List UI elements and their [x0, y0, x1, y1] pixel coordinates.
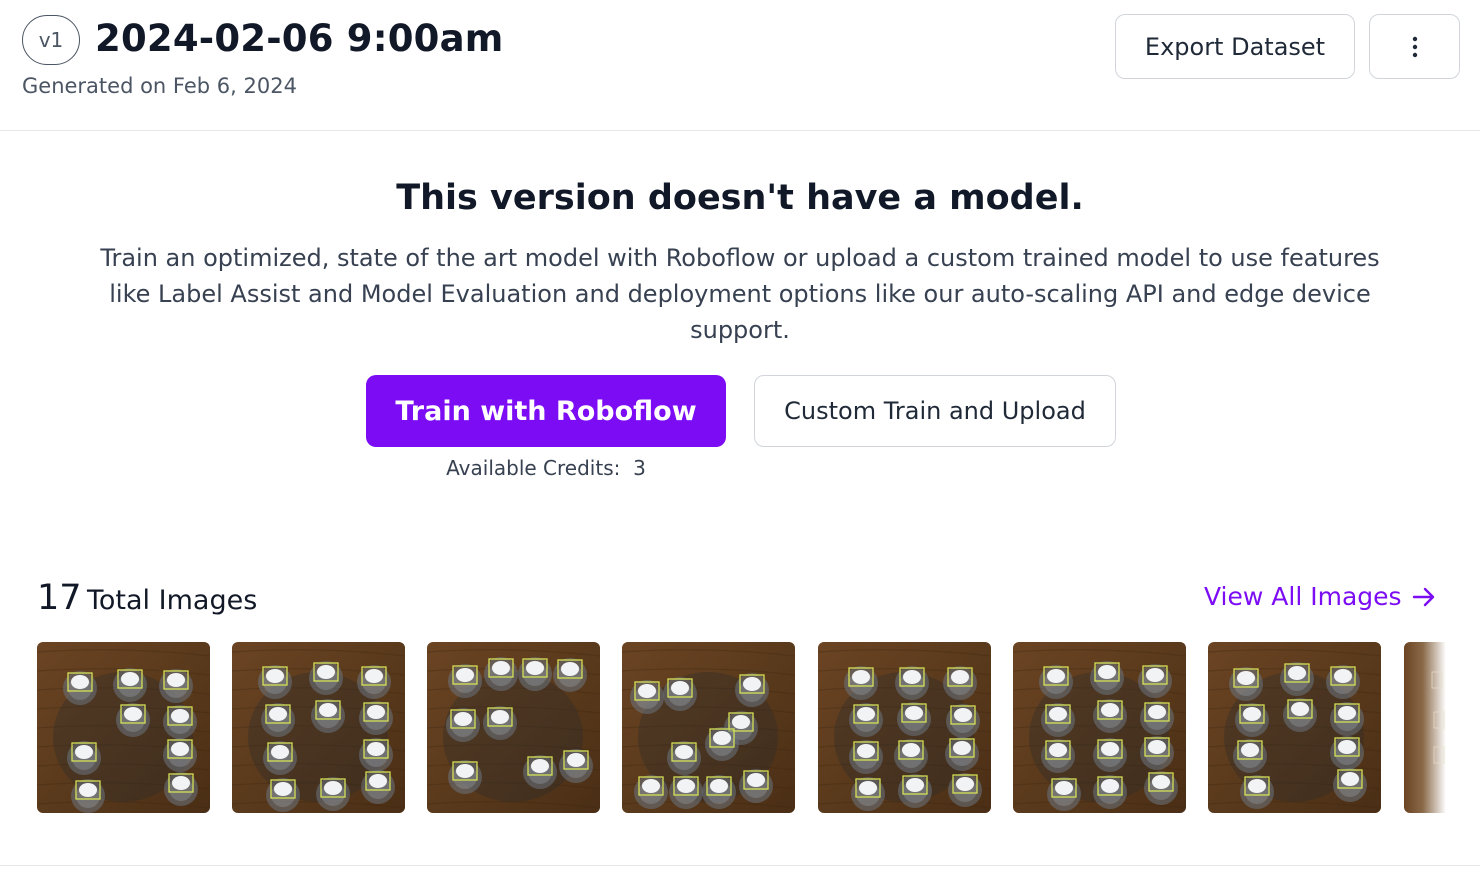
version-header: v1 2024-02-06 9:00am Generated on Feb 6,… — [0, 0, 1480, 131]
no-model-description: Train an optimized, state of the art mod… — [100, 244, 1380, 344]
export-dataset-button[interactable]: Export Dataset — [1115, 14, 1355, 79]
credits-label: Available Credits: — [446, 456, 621, 480]
view-all-images-link[interactable]: View All Images — [1204, 582, 1436, 611]
credits-value: 3 — [633, 456, 646, 480]
image-thumbnail[interactable] — [37, 642, 210, 813]
view-all-label: View All Images — [1204, 582, 1402, 611]
divider — [0, 865, 1480, 866]
page-title: 2024-02-06 9:00am — [95, 17, 504, 60]
thumbnail-image — [37, 642, 210, 813]
thumbnail-image — [1404, 642, 1446, 813]
image-thumbnail[interactable] — [427, 642, 600, 813]
thumbnail-image — [232, 642, 405, 813]
thumbnail-image — [427, 642, 600, 813]
total-images-count: 17 — [37, 578, 82, 618]
image-thumbnail[interactable] — [818, 642, 991, 813]
image-thumbnail[interactable] — [1013, 642, 1186, 813]
train-with-roboflow-button[interactable]: Train with Roboflow — [366, 375, 726, 447]
total-images-label: Total Images — [87, 585, 258, 616]
thumbnail-image — [1013, 642, 1186, 813]
image-thumbnail-partial[interactable] — [1404, 642, 1446, 813]
thumbnail-image — [818, 642, 991, 813]
image-thumbnail[interactable] — [1208, 642, 1381, 813]
more-options-button[interactable] — [1369, 14, 1460, 79]
version-badge: v1 — [22, 15, 80, 65]
vertical-ellipsis-icon — [1412, 36, 1417, 57]
image-thumbnail[interactable] — [232, 642, 405, 813]
generated-date: Generated on Feb 6, 2024 — [22, 74, 297, 98]
no-model-title: This version doesn't have a model. — [396, 178, 1084, 218]
available-credits: Available Credits: 3 — [366, 456, 726, 480]
custom-train-upload-button[interactable]: Custom Train and Upload — [754, 375, 1116, 447]
image-thumbnail[interactable] — [622, 642, 795, 813]
arrow-right-icon — [1412, 587, 1434, 606]
thumbnail-image — [622, 642, 795, 813]
thumbnail-image — [1208, 642, 1381, 813]
